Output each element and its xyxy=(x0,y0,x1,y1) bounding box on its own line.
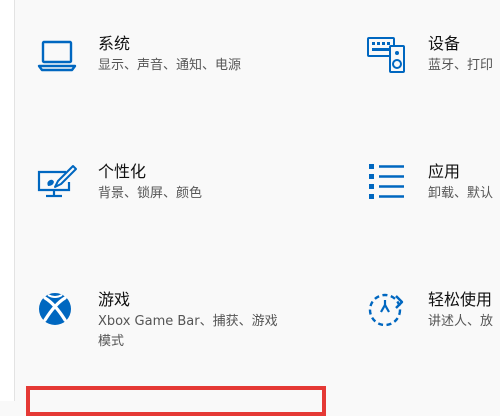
tile-title: 系统 xyxy=(98,34,131,53)
tile-title: 设备 xyxy=(428,34,461,53)
settings-tile-system[interactable]: 系统 显示、声音、通知、电源 xyxy=(36,34,326,90)
tile-description-line2: 模式 xyxy=(98,334,125,349)
tile-description: 讲述人、放 xyxy=(428,314,494,329)
tile-description: 卸载、默认 xyxy=(428,186,494,201)
tile-description: 蓝牙、打印 xyxy=(428,58,494,73)
settings-tile-personalization[interactable]: 个性化 背景、锁屏、颜色 xyxy=(36,162,326,218)
highlight-annotation-box xyxy=(26,386,326,416)
tile-title: 游戏 xyxy=(98,290,131,309)
tile-title: 个性化 xyxy=(98,162,147,181)
settings-tile-gaming[interactable]: 游戏 Xbox Game Bar、捕获、游戏 模式 xyxy=(36,290,326,366)
settings-tile-ease-of-access[interactable]: 轻松使用 讲述人、放 xyxy=(366,290,500,346)
tile-title: 轻松使用 xyxy=(428,290,493,309)
xbox-icon xyxy=(36,290,80,334)
laptop-icon xyxy=(36,34,80,78)
tile-description: 显示、声音、通知、电源 xyxy=(98,58,242,73)
settings-tile-devices[interactable]: 设备 蓝牙、打印 xyxy=(366,34,500,90)
ease-of-access-icon xyxy=(366,290,410,334)
tile-description: 背景、锁屏、颜色 xyxy=(98,186,203,201)
window-left-edge xyxy=(0,0,15,401)
tile-title: 应用 xyxy=(428,162,461,181)
tile-description: Xbox Game Bar、捕获、游戏 xyxy=(98,314,278,329)
app-list-icon xyxy=(366,162,410,206)
settings-tile-apps[interactable]: 应用 卸载、默认 xyxy=(366,162,500,218)
keyboard-speaker-icon xyxy=(366,34,410,78)
paint-monitor-icon xyxy=(36,162,80,206)
